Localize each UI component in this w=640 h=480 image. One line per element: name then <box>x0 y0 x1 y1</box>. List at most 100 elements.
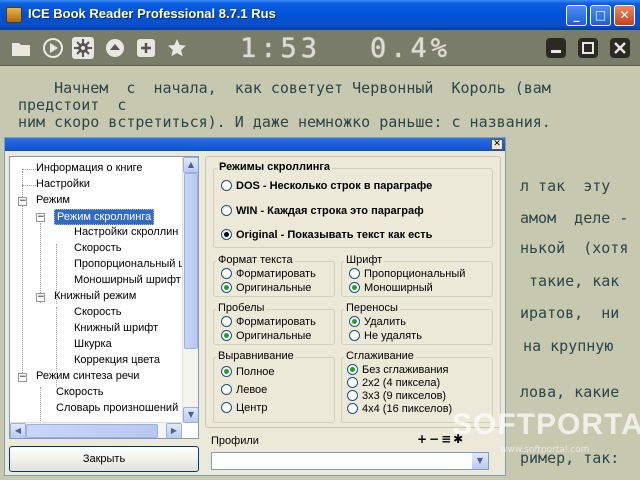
chevron-down-icon[interactable]: ▼ <box>472 453 488 469</box>
tree-collapse-toggle[interactable]: − <box>36 213 45 222</box>
radio-option[interactable]: Оригинальные <box>221 330 311 342</box>
radio-option[interactable]: 2x2 (4 пиксела) <box>347 377 440 389</box>
radio-button[interactable] <box>349 268 360 279</box>
tree-item-skin[interactable]: Шкурка <box>74 337 112 351</box>
text-line: Начнем с начала, как советует Червонный … <box>18 79 551 97</box>
tree-item-scroll-mode[interactable]: Режим скроллинга <box>54 209 155 225</box>
radio-option[interactable]: Форматировать <box>221 268 316 280</box>
radio-button[interactable] <box>221 205 232 216</box>
radio-button[interactable] <box>221 384 232 395</box>
eject-icon[interactable] <box>104 37 126 59</box>
tree-vertical-scrollbar[interactable]: ▲ ▼ <box>182 157 198 423</box>
radio-option[interactable]: Форматировать <box>221 316 316 328</box>
settings-gear-icon[interactable] <box>72 37 94 59</box>
radio-button[interactable] <box>221 402 232 413</box>
profiles-combo[interactable]: ▼ <box>211 452 489 470</box>
scroll-mode-option-win[interactable]: WIN - Каждая строка это параграф <box>221 205 424 217</box>
tree-collapse-toggle[interactable]: − <box>36 293 45 302</box>
scroll-thumb[interactable] <box>184 173 198 349</box>
radio-option[interactable]: Без сглаживания <box>347 364 449 376</box>
radio-option[interactable]: Пропорциональный <box>349 268 465 280</box>
radio-button[interactable] <box>349 282 360 293</box>
radio-button[interactable] <box>349 330 360 341</box>
settings-tree[interactable]: − − − − Информация о книге Настройки Реж… <box>9 156 199 439</box>
tree-item-speed[interactable]: Скорость <box>56 385 104 399</box>
radio-option[interactable]: 3x3 (9 пикселов) <box>347 390 446 402</box>
profiles-label: Профили <box>211 435 259 447</box>
scroll-mode-option-original[interactable]: Original - Показывать текст как есть <box>221 229 432 241</box>
scroll-left-button[interactable]: ◀ <box>10 423 26 438</box>
group-title: Переносы <box>344 302 400 314</box>
tree-item-monospace-font[interactable]: Моноширный шрифт <box>74 273 181 287</box>
radio-button[interactable] <box>349 316 360 327</box>
tree-item-speech-mode[interactable]: Режим синтеза речи <box>36 369 139 383</box>
radio-option[interactable]: Не удалять <box>349 330 422 342</box>
radio-option[interactable]: Левое <box>221 384 267 396</box>
dialog-title-bar <box>5 138 505 151</box>
scroll-up-button[interactable]: ▲ <box>183 157 198 173</box>
radio-option[interactable]: Удалить <box>349 316 406 328</box>
tree-collapse-toggle[interactable]: − <box>18 197 27 206</box>
maximize-button[interactable]: □ <box>590 5 611 26</box>
radio-button[interactable] <box>221 366 232 377</box>
radio-button[interactable] <box>347 390 358 401</box>
radio-button[interactable] <box>347 403 358 414</box>
radio-option[interactable]: 4x4 (16 пикселов) <box>347 403 452 415</box>
text-line: на крупную <box>505 337 614 355</box>
scroll-right-button[interactable]: ▶ <box>166 423 182 438</box>
watermark-url: www.softportal.com <box>500 445 590 455</box>
watermark-logo: SOFTPORTAL <box>452 408 640 441</box>
app-icon <box>6 7 22 23</box>
tree-item-book-mode[interactable]: Книжный режим <box>54 289 136 303</box>
tree-collapse-toggle[interactable]: − <box>18 373 27 382</box>
close-icon[interactable] <box>610 38 630 58</box>
radio-button[interactable] <box>221 180 232 191</box>
tree-item-settings[interactable]: Настройки <box>36 177 90 191</box>
tree-item-proportional-font[interactable]: Пропорциональный ш <box>74 257 187 271</box>
tree-horizontal-scrollbar[interactable]: ◀ ▶ <box>10 422 182 438</box>
clock-display: 1:53 <box>240 33 322 64</box>
radio-button[interactable] <box>221 330 232 341</box>
tree-item-book-font[interactable]: Книжный шрифт <box>74 321 158 335</box>
radio-button[interactable] <box>221 268 232 279</box>
radio-option[interactable]: Полное <box>221 366 275 378</box>
tree-item-speed[interactable]: Скорость <box>74 241 122 255</box>
tree-item-book-info[interactable]: Информация о книге <box>36 161 143 175</box>
text-line: нькой (хотя <box>520 239 629 257</box>
radio-button[interactable] <box>347 377 358 388</box>
radio-button[interactable] <box>221 282 232 293</box>
radio-button[interactable] <box>347 364 358 375</box>
radio-button[interactable] <box>221 229 232 240</box>
tree-item-pronunciation-dictionary[interactable]: Словарь произношений <box>56 401 178 415</box>
tree-item-mode[interactable]: Режим <box>36 193 70 207</box>
play-icon[interactable] <box>42 37 64 59</box>
minimize-icon[interactable] <box>546 38 566 58</box>
add-bookmark-icon[interactable] <box>135 37 157 59</box>
group-title: Формат текста <box>216 254 295 266</box>
radio-button[interactable] <box>221 316 232 327</box>
tree-item-scroll-settings[interactable]: Настройки скроллин <box>74 225 178 239</box>
text-line: лова, какие <box>520 383 620 401</box>
dialog-close-button[interactable]: ✕ <box>491 139 503 150</box>
text-line: л так эту <box>520 177 611 195</box>
tree-item-color-correction[interactable]: Коррекция цвета <box>74 353 160 367</box>
close-window-button[interactable]: ✕ <box>614 5 635 26</box>
star-icon[interactable] <box>166 37 188 59</box>
scroll-down-button[interactable]: ▼ <box>183 407 198 423</box>
text-line: амом деле - <box>520 209 629 227</box>
scroll-mode-option-dos[interactable]: DOS - Несколько строк в параграфе <box>221 180 432 192</box>
folder-icon[interactable] <box>10 37 32 59</box>
tree-item-speed[interactable]: Скорость <box>74 305 122 319</box>
close-button[interactable]: Закрыть <box>9 446 199 472</box>
radio-option[interactable]: Оригинальные <box>221 282 311 294</box>
minimize-button[interactable]: _ <box>566 5 587 26</box>
radio-option[interactable]: Центр <box>221 402 268 414</box>
group-title: Выравнивание <box>216 350 296 362</box>
text-line: ним скоро встретиться). И даже немножко … <box>18 113 551 131</box>
text-line: такие, как <box>520 272 620 290</box>
settings-dialog: ✕ − − − − Информация о книге Настройки Р… <box>4 137 506 476</box>
scroll-thumb[interactable] <box>26 424 158 438</box>
restore-icon[interactable] <box>578 38 598 58</box>
text-line: предстоит с <box>18 96 127 114</box>
radio-option[interactable]: Моноширный <box>349 282 433 294</box>
